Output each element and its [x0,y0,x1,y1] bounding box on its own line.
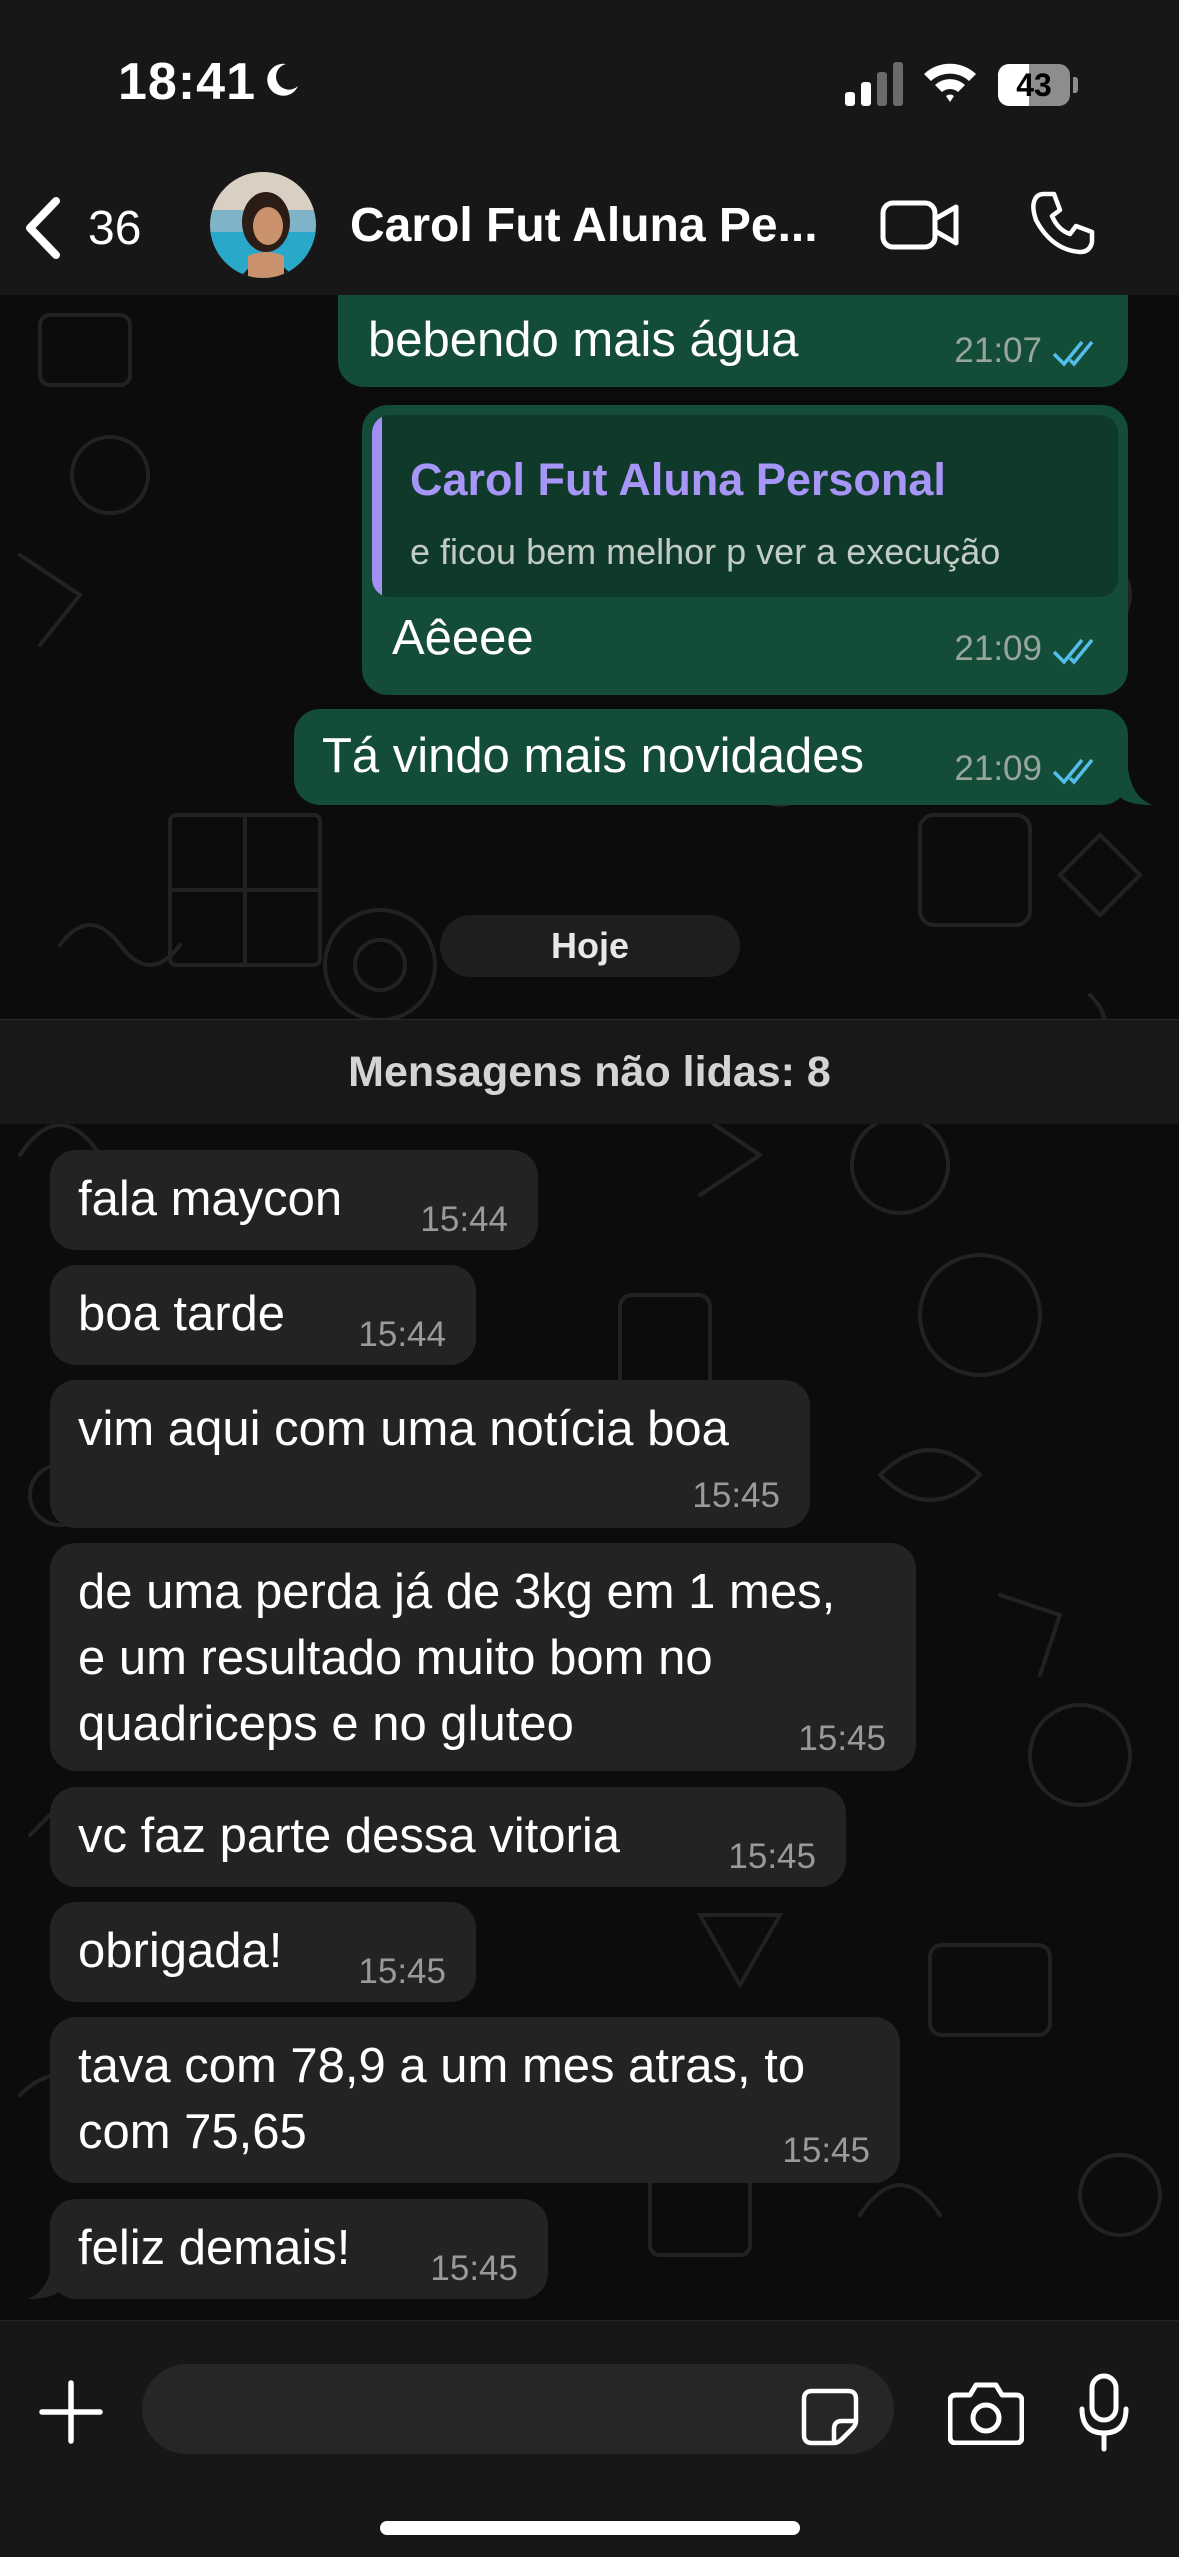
message-time: 21:07 [954,331,1042,370]
message-time: 15:44 [420,1200,508,1239]
message-time: 15:45 [728,1837,816,1876]
quoted-message[interactable]: Carol Fut Aluna Personal e ficou bem mel… [372,415,1118,597]
message-text: feliz demais! [78,2221,351,2275]
unread-chats-count: 36 [88,201,142,255]
outgoing-message[interactable]: bebendo mais água 21:07 [338,295,1128,387]
battery-indicator: 43 [998,64,1078,106]
incoming-message[interactable]: tava com 78,9 a um mes atras, to com 75,… [50,2017,900,2183]
contact-avatar[interactable] [210,172,316,278]
message-time: 21:09 [954,749,1042,788]
wifi-icon [924,63,976,102]
bubble-tail [28,2263,62,2299]
video-call-button[interactable] [880,195,960,255]
incoming-message[interactable]: vim aqui com uma notícia boa 15:45 [50,1380,810,1528]
bubble-tail [1118,769,1152,805]
quote-accent-bar [372,415,382,597]
microphone-icon[interactable] [1078,2373,1130,2453]
message-text: obrigada! [78,1924,283,1978]
contact-name[interactable]: Carol Fut Aluna Pe... [350,198,840,253]
message-text: boa tarde [78,1287,286,1341]
incoming-message[interactable]: boa tarde 15:44 [50,1265,476,1365]
message-time: 15:45 [782,2131,870,2170]
incoming-message[interactable]: fala maycon 15:44 [50,1150,538,1250]
back-button[interactable]: 36 [22,195,141,261]
incoming-message[interactable]: de uma perda já de 3kg em 1 mes, e um re… [50,1543,916,1771]
message-input[interactable] [142,2364,894,2454]
sticker-icon[interactable] [800,2387,860,2447]
message-text: vc faz parte dessa vitoria [78,1809,620,1863]
message-time: 21:09 [954,629,1042,668]
chevron-left-icon [26,197,60,259]
plus-icon[interactable] [38,2379,104,2445]
status-time: 18:41 [118,53,256,111]
battery-level: 43 [1016,67,1052,103]
message-text: bebendo mais água [368,313,799,367]
quote-author: Carol Fut Aluna Personal [410,454,946,505]
message-time: 15:45 [798,1719,886,1758]
message-text-line: e um resultado muito bom no [78,1631,713,1685]
message-time: 15:45 [430,2249,518,2288]
message-meta: 21:09 [954,749,1100,789]
message-text-line: tava com 78,9 a um mes atras, to [78,2039,806,2093]
message-text: Aêeee [392,611,534,665]
incoming-message[interactable]: obrigada! 15:45 [50,1902,476,2002]
read-receipt-icon [1052,638,1094,665]
read-receipt-icon [1052,340,1094,367]
message-text-line: com 75,65 [78,2105,307,2159]
camera-icon[interactable] [948,2381,1024,2445]
message-meta: 21:07 [954,331,1100,371]
message-text: vim aqui com uma notícia boa [78,1402,729,1456]
message-time: 15:45 [358,1952,446,1991]
message-text-line: de uma perda já de 3kg em 1 mes, [78,1565,836,1619]
cellular-signal-icon [845,62,903,106]
outgoing-message[interactable]: Tá vindo mais novidades 21:09 [294,709,1128,805]
incoming-message[interactable]: vc faz parte dessa vitoria 15:45 [50,1787,846,1887]
message-text-line: quadriceps e no gluteo [78,1697,574,1751]
outgoing-reply-message[interactable]: Carol Fut Aluna Personal e ficou bem mel… [362,405,1128,695]
date-separator: Hoje [440,915,740,977]
message-time: 15:45 [692,1476,780,1515]
avatar-photo [210,172,316,278]
quote-text: e ficou bem melhor p ver a execução [410,531,1001,572]
unread-messages-banner: Mensagens não lidas: 8 [0,1019,1179,1124]
chat-header: 36 Carol Fut Aluna Pe... [0,160,1179,296]
message-text: fala maycon [78,1172,343,1226]
incoming-message[interactable]: feliz demais! 15:45 [50,2199,548,2299]
moon-icon [267,63,298,96]
message-text: Tá vindo mais novidades [322,729,865,783]
status-bar: 18:41 43 [0,0,1179,160]
home-indicator[interactable] [380,2521,800,2535]
read-receipt-icon [1052,758,1094,785]
message-meta: 21:09 [954,629,1100,669]
message-time: 15:44 [358,1315,446,1354]
message-composer [0,2320,1179,2557]
chat-area[interactable]: bebendo mais água 21:07 Carol Fut Aluna … [0,295,1179,2320]
voice-call-button[interactable] [1030,190,1096,256]
